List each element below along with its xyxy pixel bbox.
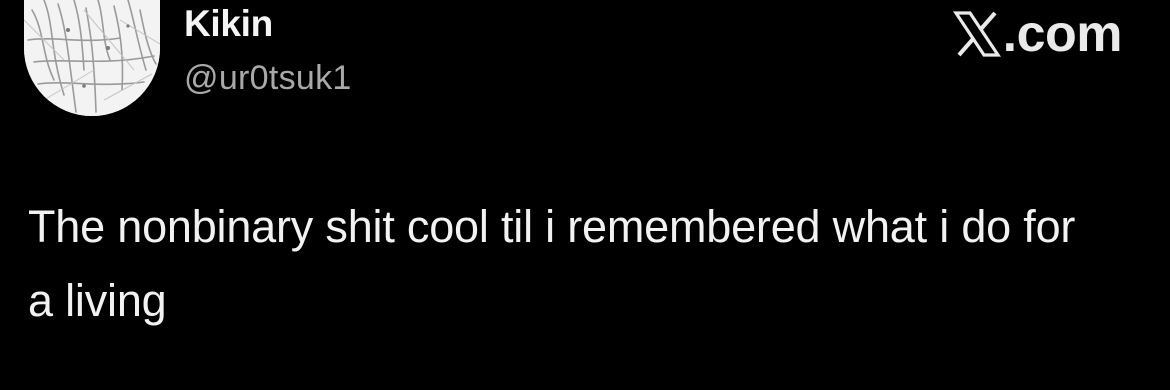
brand-watermark: .com [952, 4, 1123, 64]
tweet-card: Kikin @ur0tsuk1 .com The nonbinary shit … [0, 0, 1170, 390]
brand-domain: .com [1002, 5, 1123, 63]
avatar[interactable] [24, 0, 160, 116]
tweet-text: The nonbinary shit cool til i remembered… [28, 201, 1076, 326]
avatar-image [24, 0, 160, 116]
display-name[interactable]: Kikin [184, 2, 273, 46]
x-logo-icon [952, 11, 1001, 57]
user-handle[interactable]: @ur0tsuk1 [184, 56, 352, 100]
